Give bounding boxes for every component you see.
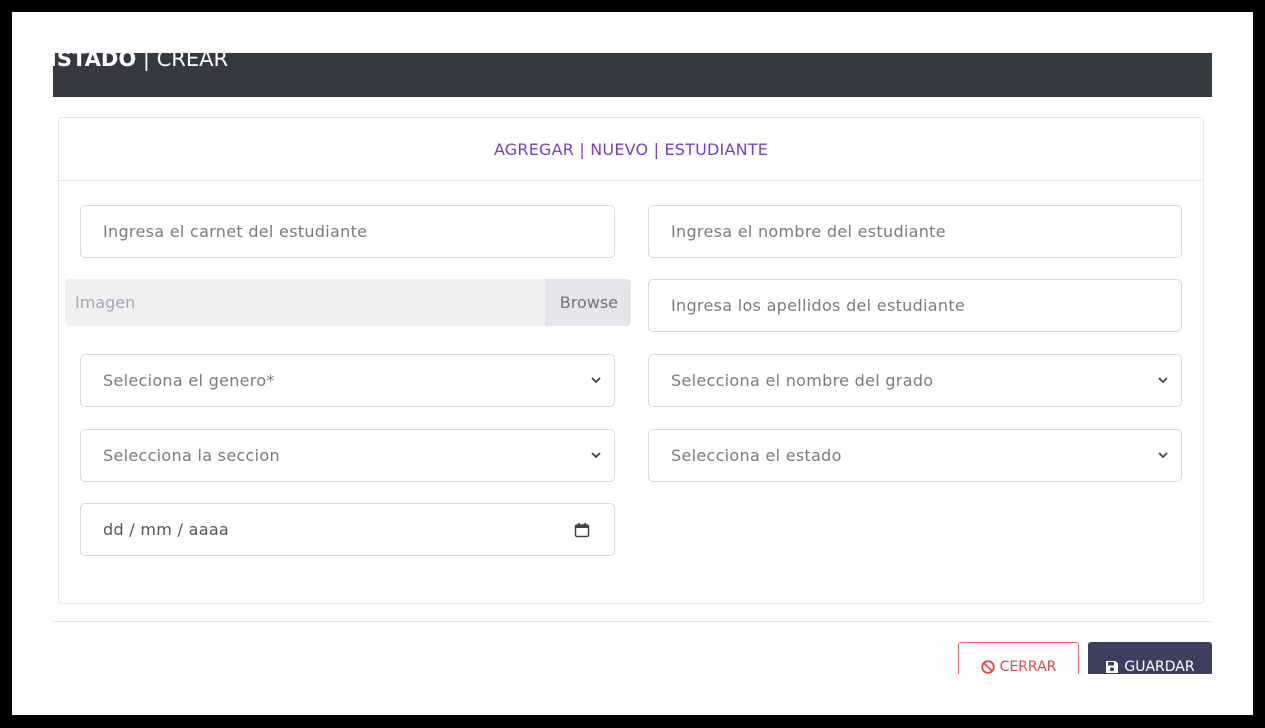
floppy-disk-icon (1105, 660, 1119, 674)
apellidos-placeholder: Ingresa los apellidos del estudiante (671, 296, 966, 315)
apellidos-input[interactable]: Ingresa los apellidos del estudiante (648, 279, 1182, 332)
modal-title-light: CREAR (156, 53, 229, 71)
carnet-placeholder: Ingresa el carnet del estudiante (103, 222, 368, 241)
frame-bottom-mask (12, 674, 1253, 715)
seccion-select[interactable]: Selecciona la seccion (80, 429, 615, 482)
nombre-placeholder: Ingresa el nombre del estudiante (671, 222, 946, 241)
modal-window: ISTADO | CREAR AGREGAR | NUEVO | ESTUDIA… (12, 12, 1253, 715)
close-button-label: CERRAR (999, 659, 1057, 675)
chevron-down-icon (1157, 450, 1169, 462)
save-button-label: GUARDAR (1124, 659, 1195, 675)
genero-select[interactable]: Seleciona el genero* (80, 354, 615, 407)
imagen-placeholder: Imagen (75, 293, 136, 312)
modal-title-bold: ISTADO (53, 53, 137, 71)
modal-title: ISTADO | CREAR (53, 53, 228, 71)
seccion-placeholder: Selecciona la seccion (103, 446, 280, 465)
browse-button[interactable]: Browse (545, 279, 631, 326)
grado-select[interactable]: Selecciona el nombre del grado (648, 354, 1182, 407)
chevron-down-icon (1157, 375, 1169, 387)
calendar-icon[interactable] (574, 522, 590, 538)
fecha-placeholder: dd / mm / aaaa (103, 520, 230, 539)
grado-placeholder: Selecciona el nombre del grado (671, 371, 934, 390)
nombre-input[interactable]: Ingresa el nombre del estudiante (648, 205, 1182, 258)
modal-title-separator: | (136, 53, 157, 71)
estado-select[interactable]: Selecciona el estado (648, 429, 1182, 482)
fecha-input[interactable]: dd / mm / aaaa (80, 503, 615, 556)
carnet-input[interactable]: Ingresa el carnet del estudiante (80, 205, 615, 258)
modal-header: ISTADO | CREAR (53, 53, 1212, 97)
chevron-down-icon (590, 450, 602, 462)
estado-placeholder: Selecciona el estado (671, 446, 842, 465)
footer-divider (53, 621, 1212, 622)
card-title: AGREGAR | NUEVO | ESTUDIANTE (59, 118, 1203, 181)
chevron-down-icon (590, 375, 602, 387)
genero-placeholder: Seleciona el genero* (103, 371, 275, 390)
ban-icon (980, 660, 995, 674)
imagen-file-input[interactable]: Imagen Browse (65, 279, 631, 326)
